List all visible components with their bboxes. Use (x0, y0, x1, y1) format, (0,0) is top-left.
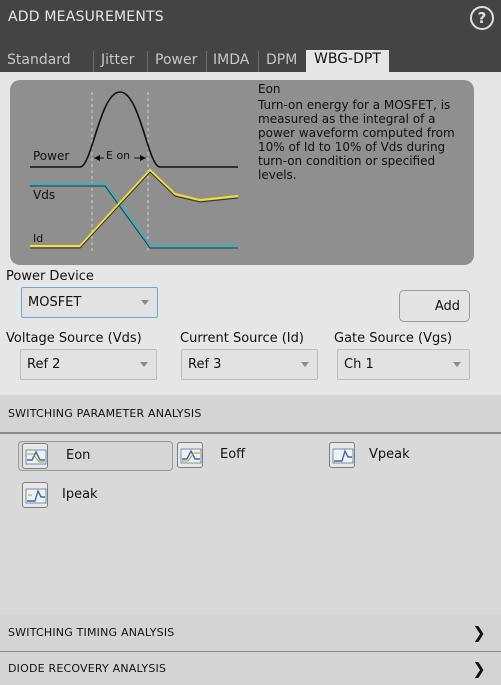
tab-divider (147, 51, 148, 72)
current-source-label: Current Source (Id) (180, 331, 304, 346)
power-device-value: MOSFET (28, 295, 82, 310)
measurement-label: Eoff (220, 447, 246, 462)
measurement-description: Turn-on energy for a MOSFET, is measured… (258, 98, 455, 182)
chevron-down-icon (140, 362, 148, 367)
add-button[interactable]: Add (399, 290, 470, 322)
measurement-label: Vpeak (369, 447, 410, 462)
chevron-down-icon (453, 362, 461, 367)
power-device-select[interactable]: MOSFET (21, 287, 158, 318)
gate-source-label: Gate Source (Vgs) (334, 331, 453, 346)
tab-wbg-dpt[interactable]: WBG-DPT (306, 50, 389, 72)
switching-parameter-header[interactable]: SWITCHING PARAMETER ANALYSIS (0, 395, 501, 432)
measurement-item-eoff[interactable]: Eoff (175, 441, 295, 471)
eoff-icon (177, 442, 203, 468)
section-label: SWITCHING TIMING ANALYSIS (8, 626, 175, 639)
id-label: Id (33, 232, 44, 245)
measurement-name: Eon (258, 82, 281, 96)
tab-bar: Standard Jitter Power IMDA DPM WBG-DPT (0, 36, 501, 72)
tab-divider (206, 51, 207, 72)
voltage-source-select[interactable]: Ref 2 (20, 349, 157, 380)
eon-diagram-panel: Power E on Vds Id Eon Turn-on energy for… (10, 80, 474, 265)
measurement-item-eon[interactable]: Eon (18, 441, 173, 471)
tab-dpm[interactable]: DPM (261, 51, 302, 72)
vpeak-icon (329, 442, 355, 468)
voltage-source-value: Ref 2 (27, 357, 61, 372)
gate-source-select[interactable]: Ch 1 (337, 349, 470, 380)
chevron-down-icon (141, 300, 149, 305)
current-source-select[interactable]: Ref 3 (181, 349, 318, 380)
chevron-right-icon: ❯ (472, 623, 486, 642)
measurement-label: Ipeak (62, 487, 98, 502)
chevron-down-icon (301, 362, 309, 367)
measurement-label: Eon (66, 448, 91, 463)
measurement-item-ipeak[interactable]: Ipeak (22, 481, 142, 511)
id-waveform (30, 168, 239, 247)
tab-power[interactable]: Power (150, 51, 202, 72)
help-icon[interactable]: ? (470, 6, 494, 30)
voltage-source-label: Voltage Source (Vds) (6, 331, 142, 346)
section-label: DIODE RECOVERY ANALYSIS (8, 662, 167, 675)
tab-imda[interactable]: IMDA (208, 51, 254, 72)
chevron-right-icon: ❯ (472, 659, 486, 678)
power-device-label: Power Device (6, 269, 94, 284)
tab-divider (93, 51, 94, 72)
tab-divider (258, 51, 259, 72)
gate-source-value: Ch 1 (344, 357, 374, 372)
ipeak-icon (22, 482, 48, 508)
vds-waveform (30, 183, 238, 247)
switching-timing-header[interactable]: SWITCHING TIMING ANALYSIS ❯ (0, 614, 501, 651)
title-bar: ADD MEASUREMENTS ? (0, 0, 501, 36)
vds-label: Vds (33, 188, 56, 202)
diode-recovery-header[interactable]: DIODE RECOVERY ANALYSIS ❯ (0, 652, 501, 685)
power-label: Power (33, 149, 70, 163)
measurement-item-vpeak[interactable]: Vpeak (329, 441, 459, 471)
measurement-grid: Eon Eoff Vpeak Ipeak (0, 432, 501, 614)
eon-marker-label: E on (106, 149, 131, 162)
eon-icon (22, 443, 48, 469)
current-source-value: Ref 3 (188, 357, 222, 372)
panel-title: ADD MEASUREMENTS (8, 9, 164, 25)
tab-standard[interactable]: Standard (2, 51, 76, 72)
tab-jitter[interactable]: Jitter (96, 51, 139, 72)
